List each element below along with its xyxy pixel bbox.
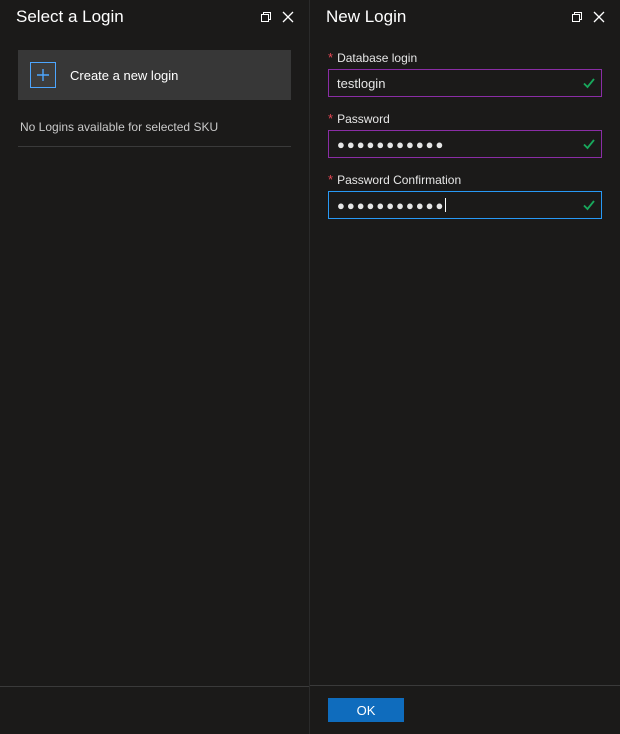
- select-login-body: Create a new login No Logins available f…: [0, 38, 309, 686]
- password-confirm-mask: ●●●●●●●●●●●: [337, 198, 445, 213]
- close-icon[interactable]: [277, 6, 299, 28]
- new-login-header: New Login: [310, 0, 620, 38]
- select-login-header: Select a Login: [0, 0, 309, 38]
- new-login-footer: OK: [310, 685, 620, 734]
- plus-icon: [30, 62, 56, 88]
- ok-button[interactable]: OK: [328, 698, 404, 722]
- database-login-input-wrap: [328, 69, 602, 97]
- no-logins-message: No Logins available for selected SKU: [18, 108, 291, 147]
- password-group: * Password ●●●●●●●●●●●: [328, 111, 602, 158]
- password-confirm-label-text: Password Confirmation: [337, 173, 461, 187]
- password-confirm-label: * Password Confirmation: [328, 172, 602, 187]
- create-new-login-button[interactable]: Create a new login: [18, 50, 291, 100]
- password-mask: ●●●●●●●●●●●: [337, 137, 445, 152]
- new-login-title: New Login: [326, 7, 566, 27]
- database-login-label-text: Database login: [337, 51, 417, 65]
- password-confirm-input-wrap: ●●●●●●●●●●●: [328, 191, 602, 219]
- required-star-icon: *: [328, 111, 333, 126]
- password-input-wrap: ●●●●●●●●●●●: [328, 130, 602, 158]
- password-input[interactable]: ●●●●●●●●●●●: [328, 130, 602, 158]
- required-star-icon: *: [328, 50, 333, 65]
- select-login-title: Select a Login: [16, 7, 255, 27]
- new-login-form: * Database login * Password ●●●●●●●●●●●: [310, 38, 620, 685]
- password-label-text: Password: [337, 112, 390, 126]
- password-label: * Password: [328, 111, 602, 126]
- select-login-panel: Select a Login Create a new login No Log…: [0, 0, 310, 734]
- required-star-icon: *: [328, 172, 333, 187]
- select-login-footer: [0, 686, 309, 734]
- restore-window-icon[interactable]: [566, 6, 588, 28]
- password-confirm-input[interactable]: ●●●●●●●●●●●: [328, 191, 602, 219]
- new-login-panel: New Login * Database login * Password: [310, 0, 620, 734]
- database-login-label: * Database login: [328, 50, 602, 65]
- database-login-input[interactable]: [328, 69, 602, 97]
- restore-window-icon[interactable]: [255, 6, 277, 28]
- database-login-group: * Database login: [328, 50, 602, 97]
- close-icon[interactable]: [588, 6, 610, 28]
- password-confirm-group: * Password Confirmation ●●●●●●●●●●●: [328, 172, 602, 219]
- create-new-login-label: Create a new login: [70, 68, 178, 83]
- text-caret-icon: [445, 198, 446, 212]
